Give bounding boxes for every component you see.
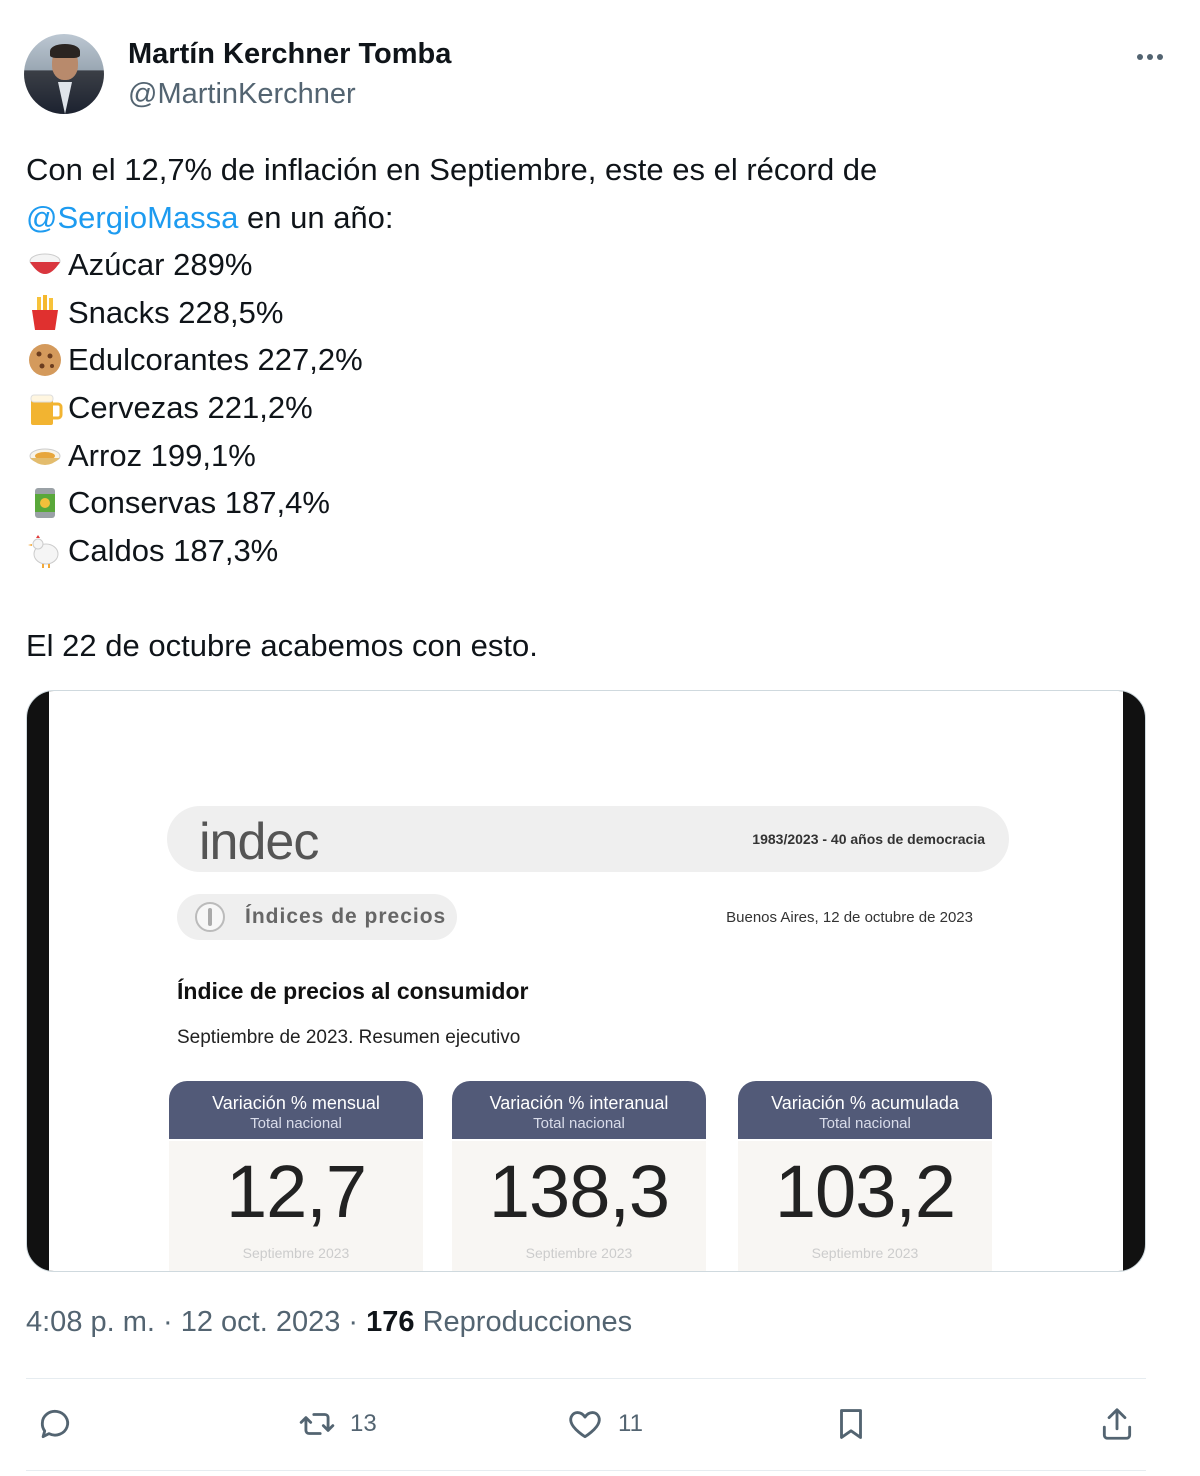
rice-bowl-icon bbox=[26, 436, 64, 474]
wheat-icon bbox=[195, 902, 225, 932]
indec-document: indec 1983/2023 - 40 años de democracia … bbox=[49, 691, 1123, 1271]
section-pill: Índices de precios bbox=[177, 894, 457, 940]
card-footer: Septiembre 2023 bbox=[525, 1245, 633, 1261]
bookmark-button[interactable] bbox=[832, 1404, 870, 1444]
document-date: Buenos Aires, 12 de octubre de 2023 bbox=[726, 909, 973, 926]
card-value: 138,3 bbox=[488, 1150, 670, 1233]
more-options-icon[interactable] bbox=[1130, 42, 1170, 72]
tweet-intro: Con el 12,7% de inflación en Septiembre,… bbox=[26, 152, 878, 187]
reply-icon bbox=[40, 1409, 70, 1439]
tweet-header: Martín Kerchner Tomba @MartinKerchner bbox=[24, 34, 1170, 118]
tweet-media-image[interactable]: indec 1983/2023 - 40 años de democracia … bbox=[26, 690, 1146, 1272]
card-title: Variación % interanual bbox=[489, 1093, 669, 1113]
retweet-count: 13 bbox=[350, 1410, 377, 1437]
card-title: Variación % mensual bbox=[212, 1093, 380, 1113]
share-button[interactable] bbox=[1098, 1404, 1136, 1444]
tweet-text: Con el 12,7% de inflación en Septiembre,… bbox=[26, 146, 1166, 670]
like-button[interactable]: 11 bbox=[566, 1404, 643, 1444]
democracia-label: 1983/2023 - 40 años de democracia bbox=[752, 831, 985, 847]
section-label: Índices de precios bbox=[245, 905, 447, 928]
beer-icon bbox=[26, 389, 64, 427]
list-item: Snacks 228,5% bbox=[26, 289, 1166, 337]
share-icon bbox=[1102, 1408, 1132, 1440]
reply-button[interactable] bbox=[36, 1404, 88, 1444]
list-item: Conservas 187,4% bbox=[26, 479, 1166, 527]
views-count: 176 bbox=[366, 1306, 415, 1338]
document-subtitle: Septiembre de 2023. Resumen ejecutivo bbox=[177, 1027, 521, 1048]
bookmark-icon bbox=[840, 1409, 862, 1439]
heart-icon bbox=[569, 1411, 601, 1439]
author-handle[interactable]: @MartinKerchner bbox=[128, 78, 356, 111]
cookie-icon bbox=[26, 341, 64, 379]
views-label: Reproducciones bbox=[414, 1306, 633, 1338]
list-item: Edulcorantes 227,2% bbox=[26, 336, 1166, 384]
indec-logo: indec bbox=[199, 813, 319, 871]
tweet-closing: El 22 de octubre acabemos con esto. bbox=[26, 628, 538, 664]
action-bar: 13 11 bbox=[26, 1394, 1146, 1454]
list-item: Caldos 187,3% bbox=[26, 527, 1166, 575]
author-name[interactable]: Martín Kerchner Tomba bbox=[128, 38, 451, 71]
document-title: Índice de precios al consumidor bbox=[177, 978, 529, 1004]
card-value: 103,2 bbox=[774, 1150, 956, 1233]
document-banner: indec 1983/2023 - 40 años de democracia bbox=[167, 806, 1009, 872]
divider bbox=[26, 1378, 1146, 1379]
card-footer: Septiembre 2023 bbox=[242, 1245, 350, 1261]
retweet-icon bbox=[299, 1413, 335, 1435]
tweet-intro-end: en un año: bbox=[238, 199, 394, 235]
list-item: Azúcar 289% bbox=[26, 241, 1166, 289]
card-subtitle: Total nacional bbox=[819, 1115, 911, 1132]
stat-card-mensual: Variación % mensual Total nacional 12,7 Se… bbox=[169, 1081, 423, 1271]
card-footer: Septiembre 2023 bbox=[811, 1245, 919, 1261]
stat-card-interanual: Variación % interanual Total nacional 138… bbox=[452, 1081, 706, 1271]
avatar[interactable] bbox=[24, 34, 104, 114]
retweet-button[interactable]: 13 bbox=[298, 1404, 377, 1444]
like-count: 11 bbox=[618, 1410, 643, 1437]
mention-link[interactable]: @SergioMassa bbox=[26, 194, 238, 242]
list-item: Arroz 199,1% bbox=[26, 432, 1166, 480]
card-value: 12,7 bbox=[225, 1150, 367, 1233]
fries-icon bbox=[26, 294, 64, 332]
sugar-bowl-icon bbox=[26, 246, 64, 284]
can-icon bbox=[26, 484, 64, 522]
tweet-meta: 4:08 p. m. · 12 oct. 2023 · 176 Reproduc… bbox=[26, 1306, 632, 1339]
card-subtitle: Total nacional bbox=[250, 1115, 342, 1132]
tweet-timestamp[interactable]: 4:08 p. m. · 12 oct. 2023 · bbox=[26, 1306, 366, 1338]
divider bbox=[26, 1470, 1146, 1471]
chicken-icon bbox=[26, 532, 64, 570]
list-item: Cervezas 221,2% bbox=[26, 384, 1166, 432]
card-title: Variación % acumulada bbox=[771, 1093, 959, 1113]
card-subtitle: Total nacional bbox=[533, 1115, 625, 1132]
stat-card-acumulada: Variación % acumulada Total nacional 103,… bbox=[738, 1081, 992, 1271]
